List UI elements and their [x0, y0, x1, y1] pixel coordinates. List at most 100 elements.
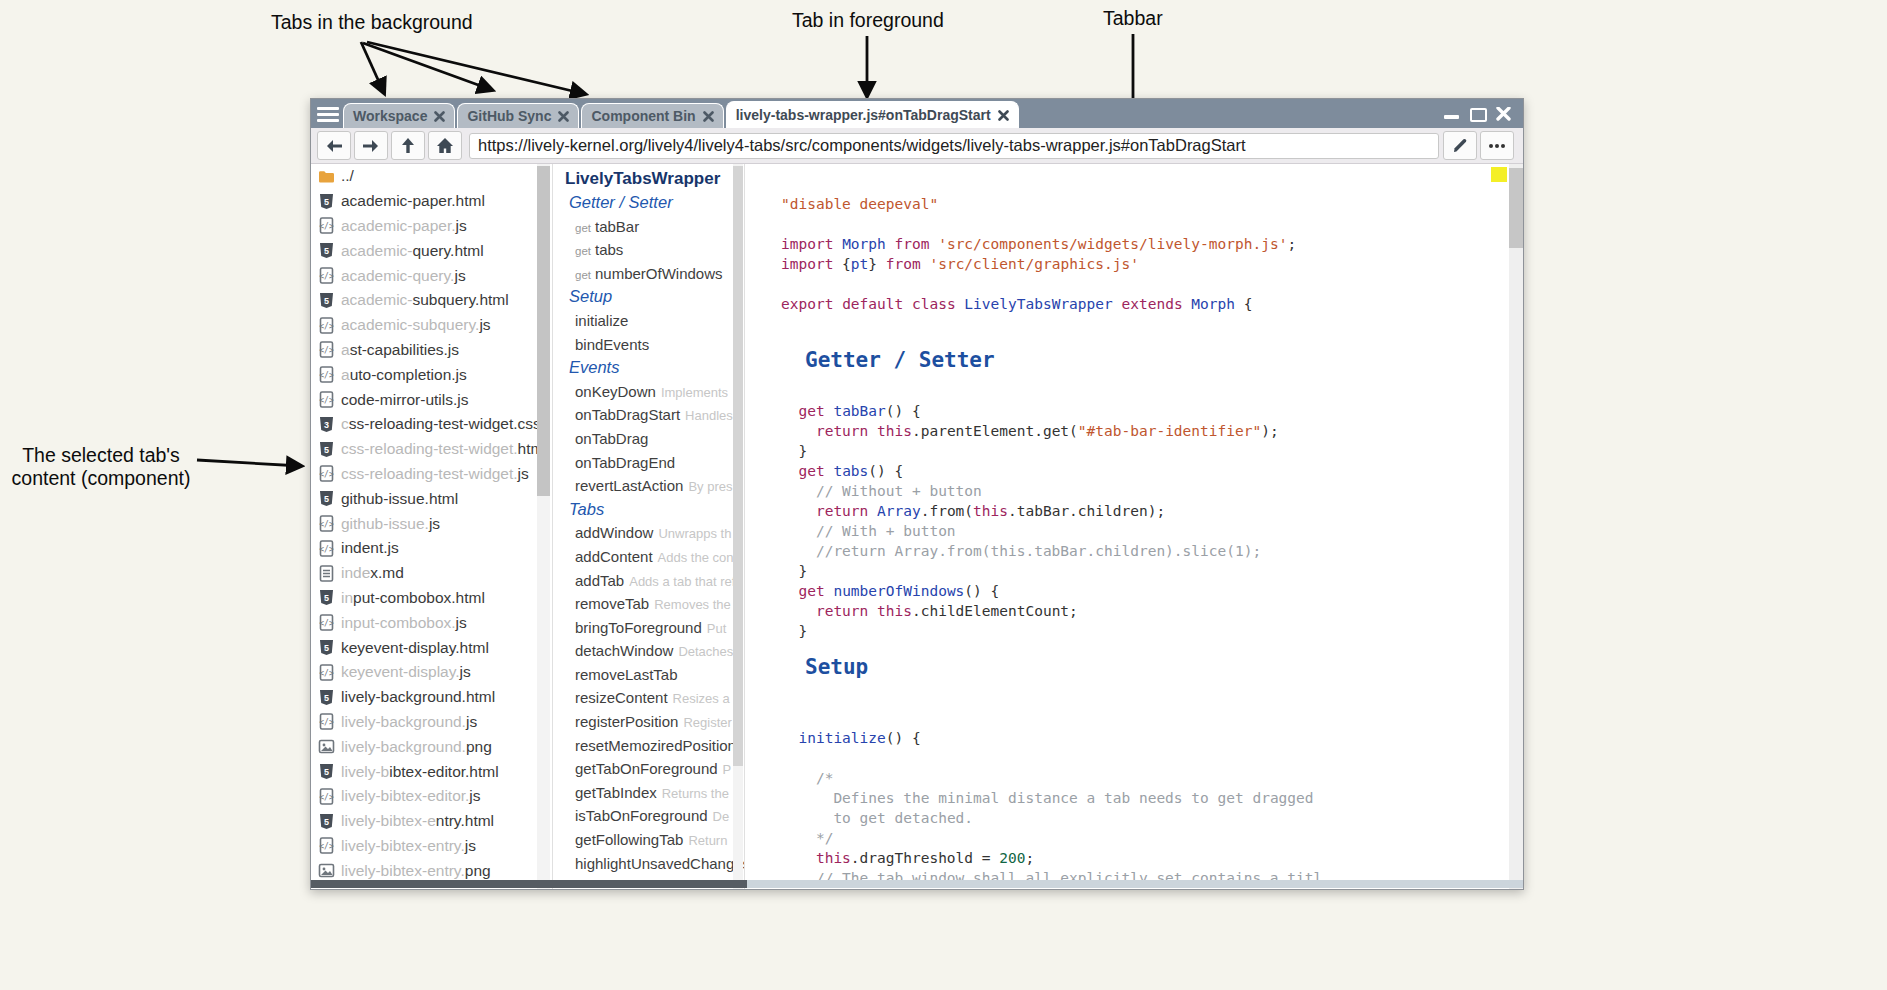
- back-button[interactable]: [317, 131, 351, 160]
- outline-method[interactable]: registerPositionRegister: [553, 710, 745, 734]
- file-item[interactable]: </>auto-completion.js: [311, 362, 545, 387]
- outline-label: getTabOnForeground: [575, 760, 718, 777]
- edit-button[interactable]: [1443, 131, 1477, 160]
- close-button[interactable]: [1496, 107, 1511, 121]
- outline-method[interactable]: removeLastTab: [553, 663, 745, 687]
- file-item[interactable]: </>lively-bibtex-entry.js: [311, 834, 545, 859]
- outline-label: Setup: [569, 287, 612, 305]
- outline-method[interactable]: onKeyDownImplements: [553, 380, 745, 404]
- file-item[interactable]: 5lively-bibtex-entry.html: [311, 809, 545, 834]
- file-item[interactable]: </>input-combobox.js: [311, 610, 545, 635]
- js-file-icon: </>: [318, 317, 335, 334]
- outline-method[interactable]: isTabOnForegroundDe: [553, 804, 745, 828]
- file-name-prefix: lively-b: [341, 763, 389, 781]
- outline-method[interactable]: getFollowingTabReturn: [553, 828, 745, 852]
- file-item[interactable]: 5academic-query.html: [311, 238, 545, 263]
- code-line: get tabBar() {: [781, 401, 1523, 421]
- file-item[interactable]: 3css-reloading-test-widget.css: [311, 412, 545, 437]
- outline-method[interactable]: addContentAdds the con: [553, 545, 745, 569]
- outline-method[interactable]: detachWindowDetaches: [553, 639, 745, 663]
- outline-method[interactable]: revertLastActionBy pres: [553, 474, 745, 498]
- file-item[interactable]: 5keyevent-display.html: [311, 635, 545, 660]
- arrow-to-tab3: [367, 42, 585, 94]
- file-item[interactable]: </>academic-subquery.js: [311, 313, 545, 338]
- outline-section[interactable]: Setup: [553, 285, 745, 309]
- minimize-button[interactable]: [1444, 107, 1459, 121]
- outline-method[interactable]: onTabDragEnd: [553, 451, 745, 475]
- code-line: get tabs() {: [781, 461, 1523, 481]
- file-list-scrollbar[interactable]: [537, 164, 550, 889]
- file-item[interactable]: 5input-combobox.html: [311, 586, 545, 611]
- file-item[interactable]: lively-background.png: [311, 734, 545, 759]
- file-item[interactable]: </>github-issue.js: [311, 511, 545, 536]
- forward-button[interactable]: [354, 131, 388, 160]
- file-item[interactable]: </>lively-background.js: [311, 710, 545, 735]
- svg-text:</>: </>: [319, 396, 334, 405]
- file-name: query.html: [413, 242, 484, 260]
- outline-note: Returns the: [662, 786, 729, 801]
- file-item[interactable]: 5lively-bibtex-editor.html: [311, 759, 545, 784]
- file-item[interactable]: </>lively-bibtex-editor.js: [311, 784, 545, 809]
- outline-method[interactable]: gettabs: [553, 238, 745, 262]
- outline-section[interactable]: Tabs: [553, 498, 745, 522]
- outline-method[interactable]: resizeContentResizes a: [553, 686, 745, 710]
- tab-close-icon[interactable]: [703, 111, 714, 122]
- file-item[interactable]: </>academic-paper.js: [311, 214, 545, 239]
- outline-method[interactable]: highlightUnsavedChanges: [553, 852, 745, 876]
- outline-method[interactable]: removeTabRemoves the: [553, 592, 745, 616]
- outline-method[interactable]: resetMemoziredPosition: [553, 734, 745, 758]
- horizontal-scrollbar[interactable]: [311, 880, 1523, 888]
- js-file-icon: </>: [318, 267, 335, 284]
- outline-method[interactable]: getTabIndexReturns the: [553, 781, 745, 805]
- file-item[interactable]: 5css-reloading-test-widget.html: [311, 437, 545, 462]
- code-section-heading: Setup: [805, 654, 1523, 680]
- outline-method[interactable]: getnumberOfWindows: [553, 262, 745, 286]
- svg-text:5: 5: [324, 767, 329, 777]
- outline-method[interactable]: initialize: [553, 309, 745, 333]
- svg-text:</>: </>: [319, 842, 334, 851]
- file-item[interactable]: 5github-issue.html: [311, 486, 545, 511]
- file-name-prefix: github-issue.: [341, 515, 429, 533]
- outline-method[interactable]: onTabDragStartHandles: [553, 403, 745, 427]
- file-item[interactable]: </>academic-query.js: [311, 263, 545, 288]
- tab-close-icon[interactable]: [998, 110, 1009, 121]
- file-item[interactable]: </>code-mirror-utils.js: [311, 387, 545, 412]
- home-button[interactable]: [428, 131, 462, 160]
- menu-icon[interactable]: [317, 103, 339, 125]
- file-item[interactable]: 5lively-background.html: [311, 685, 545, 710]
- horizontal-scrollbar-thumb[interactable]: [311, 880, 747, 888]
- file-item[interactable]: </>css-reloading-test-widget.js: [311, 462, 545, 487]
- outline-method[interactable]: gettabBar: [553, 215, 745, 239]
- outline-method[interactable]: bringToForegroundPut: [553, 616, 745, 640]
- code-scrollbar[interactable]: [1509, 164, 1523, 889]
- outline-method[interactable]: bindEvents: [553, 333, 745, 357]
- file-item[interactable]: index.md: [311, 561, 545, 586]
- up-button[interactable]: [391, 131, 425, 160]
- file-item[interactable]: 5academic-paper.html: [311, 189, 545, 214]
- js-file-icon: </>: [318, 341, 335, 358]
- outline-scrollbar[interactable]: [733, 164, 743, 889]
- file-item[interactable]: </>indent.js: [311, 536, 545, 561]
- outline-note: Adds the con: [658, 550, 734, 565]
- code-line: }: [781, 441, 1523, 461]
- maximize-button[interactable]: [1470, 107, 1485, 121]
- file-item[interactable]: </>ast-capabilities.js: [311, 338, 545, 363]
- file-item[interactable]: ../: [311, 164, 545, 189]
- url-input[interactable]: https://lively-kernel.org/lively4/lively…: [469, 133, 1439, 159]
- more-options-button[interactable]: [1480, 131, 1514, 160]
- tab-background-1[interactable]: GitHub Sync: [457, 103, 579, 128]
- code-editor[interactable]: "disable deepeval"import Morph from 'src…: [745, 164, 1523, 888]
- file-item[interactable]: 5academic-subquery.html: [311, 288, 545, 313]
- outline-method[interactable]: addTabAdds a tab that ref: [553, 569, 745, 593]
- tab-background-0[interactable]: Workspace: [343, 103, 455, 128]
- tab-close-icon[interactable]: [558, 111, 569, 122]
- tab-close-icon[interactable]: [434, 111, 445, 122]
- tab-foreground[interactable]: lively-tabs-wrapper.js#onTabDragStart: [726, 101, 1019, 128]
- outline-method[interactable]: addWindowUnwrapps th: [553, 521, 745, 545]
- outline-method[interactable]: getTabOnForegroundP: [553, 757, 745, 781]
- tab-background-2[interactable]: Component Bin: [581, 103, 723, 128]
- outline-section[interactable]: Getter / Setter: [553, 191, 745, 215]
- outline-method[interactable]: onTabDrag: [553, 427, 745, 451]
- file-item[interactable]: </>keyevent-display.js: [311, 660, 545, 685]
- outline-section[interactable]: Events: [553, 356, 745, 380]
